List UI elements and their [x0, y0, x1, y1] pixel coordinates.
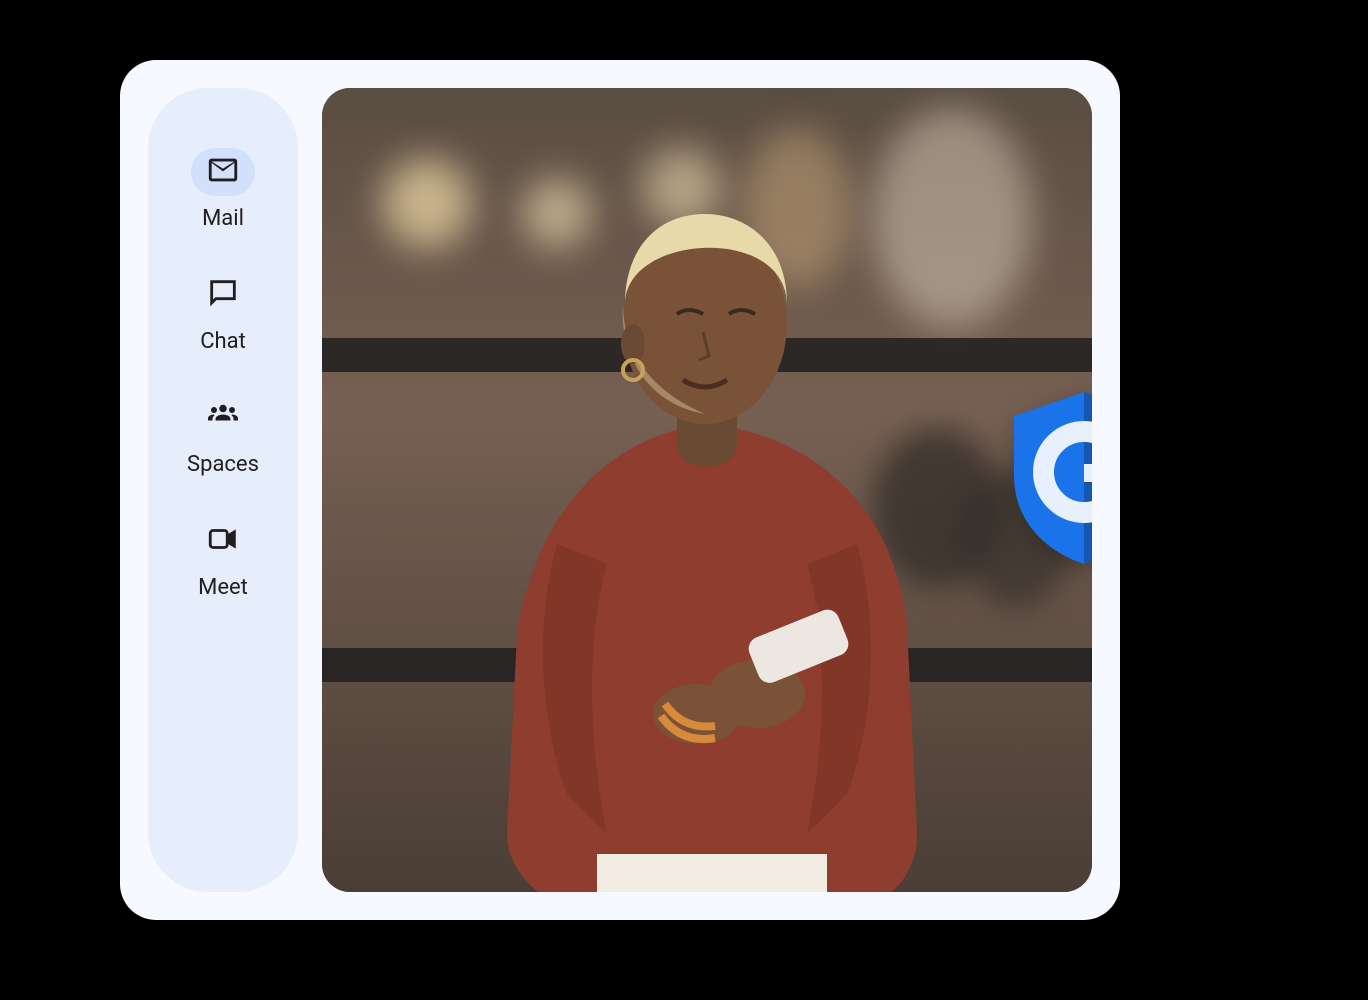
sidebar-item-mail[interactable]: Mail: [191, 148, 255, 231]
chat-icon-wrap: [191, 271, 255, 319]
chat-icon: [206, 276, 240, 314]
people-icon: [205, 398, 241, 438]
security-shield-badge: [1004, 388, 1092, 568]
mail-icon-wrap: [191, 148, 255, 196]
sidebar-item-meet[interactable]: Meet: [191, 517, 255, 600]
people-icon-wrap: [191, 394, 255, 442]
sidebar-item-label: Mail: [202, 206, 244, 231]
hero-image: [322, 88, 1092, 892]
hero-illustration: [322, 88, 1092, 892]
sidebar-item-chat[interactable]: Chat: [191, 271, 255, 354]
mail-icon: [206, 153, 240, 191]
video-icon: [206, 522, 240, 560]
video-icon-wrap: [191, 517, 255, 565]
sidebar-item-spaces[interactable]: Spaces: [187, 394, 259, 477]
person-illustration: [447, 194, 967, 892]
sidebar-item-label: Chat: [200, 329, 246, 354]
app-card: Mail Chat: [120, 60, 1120, 920]
app-sidebar: Mail Chat: [148, 88, 298, 892]
sidebar-item-label: Spaces: [187, 452, 259, 477]
sidebar-item-label: Meet: [198, 575, 248, 600]
